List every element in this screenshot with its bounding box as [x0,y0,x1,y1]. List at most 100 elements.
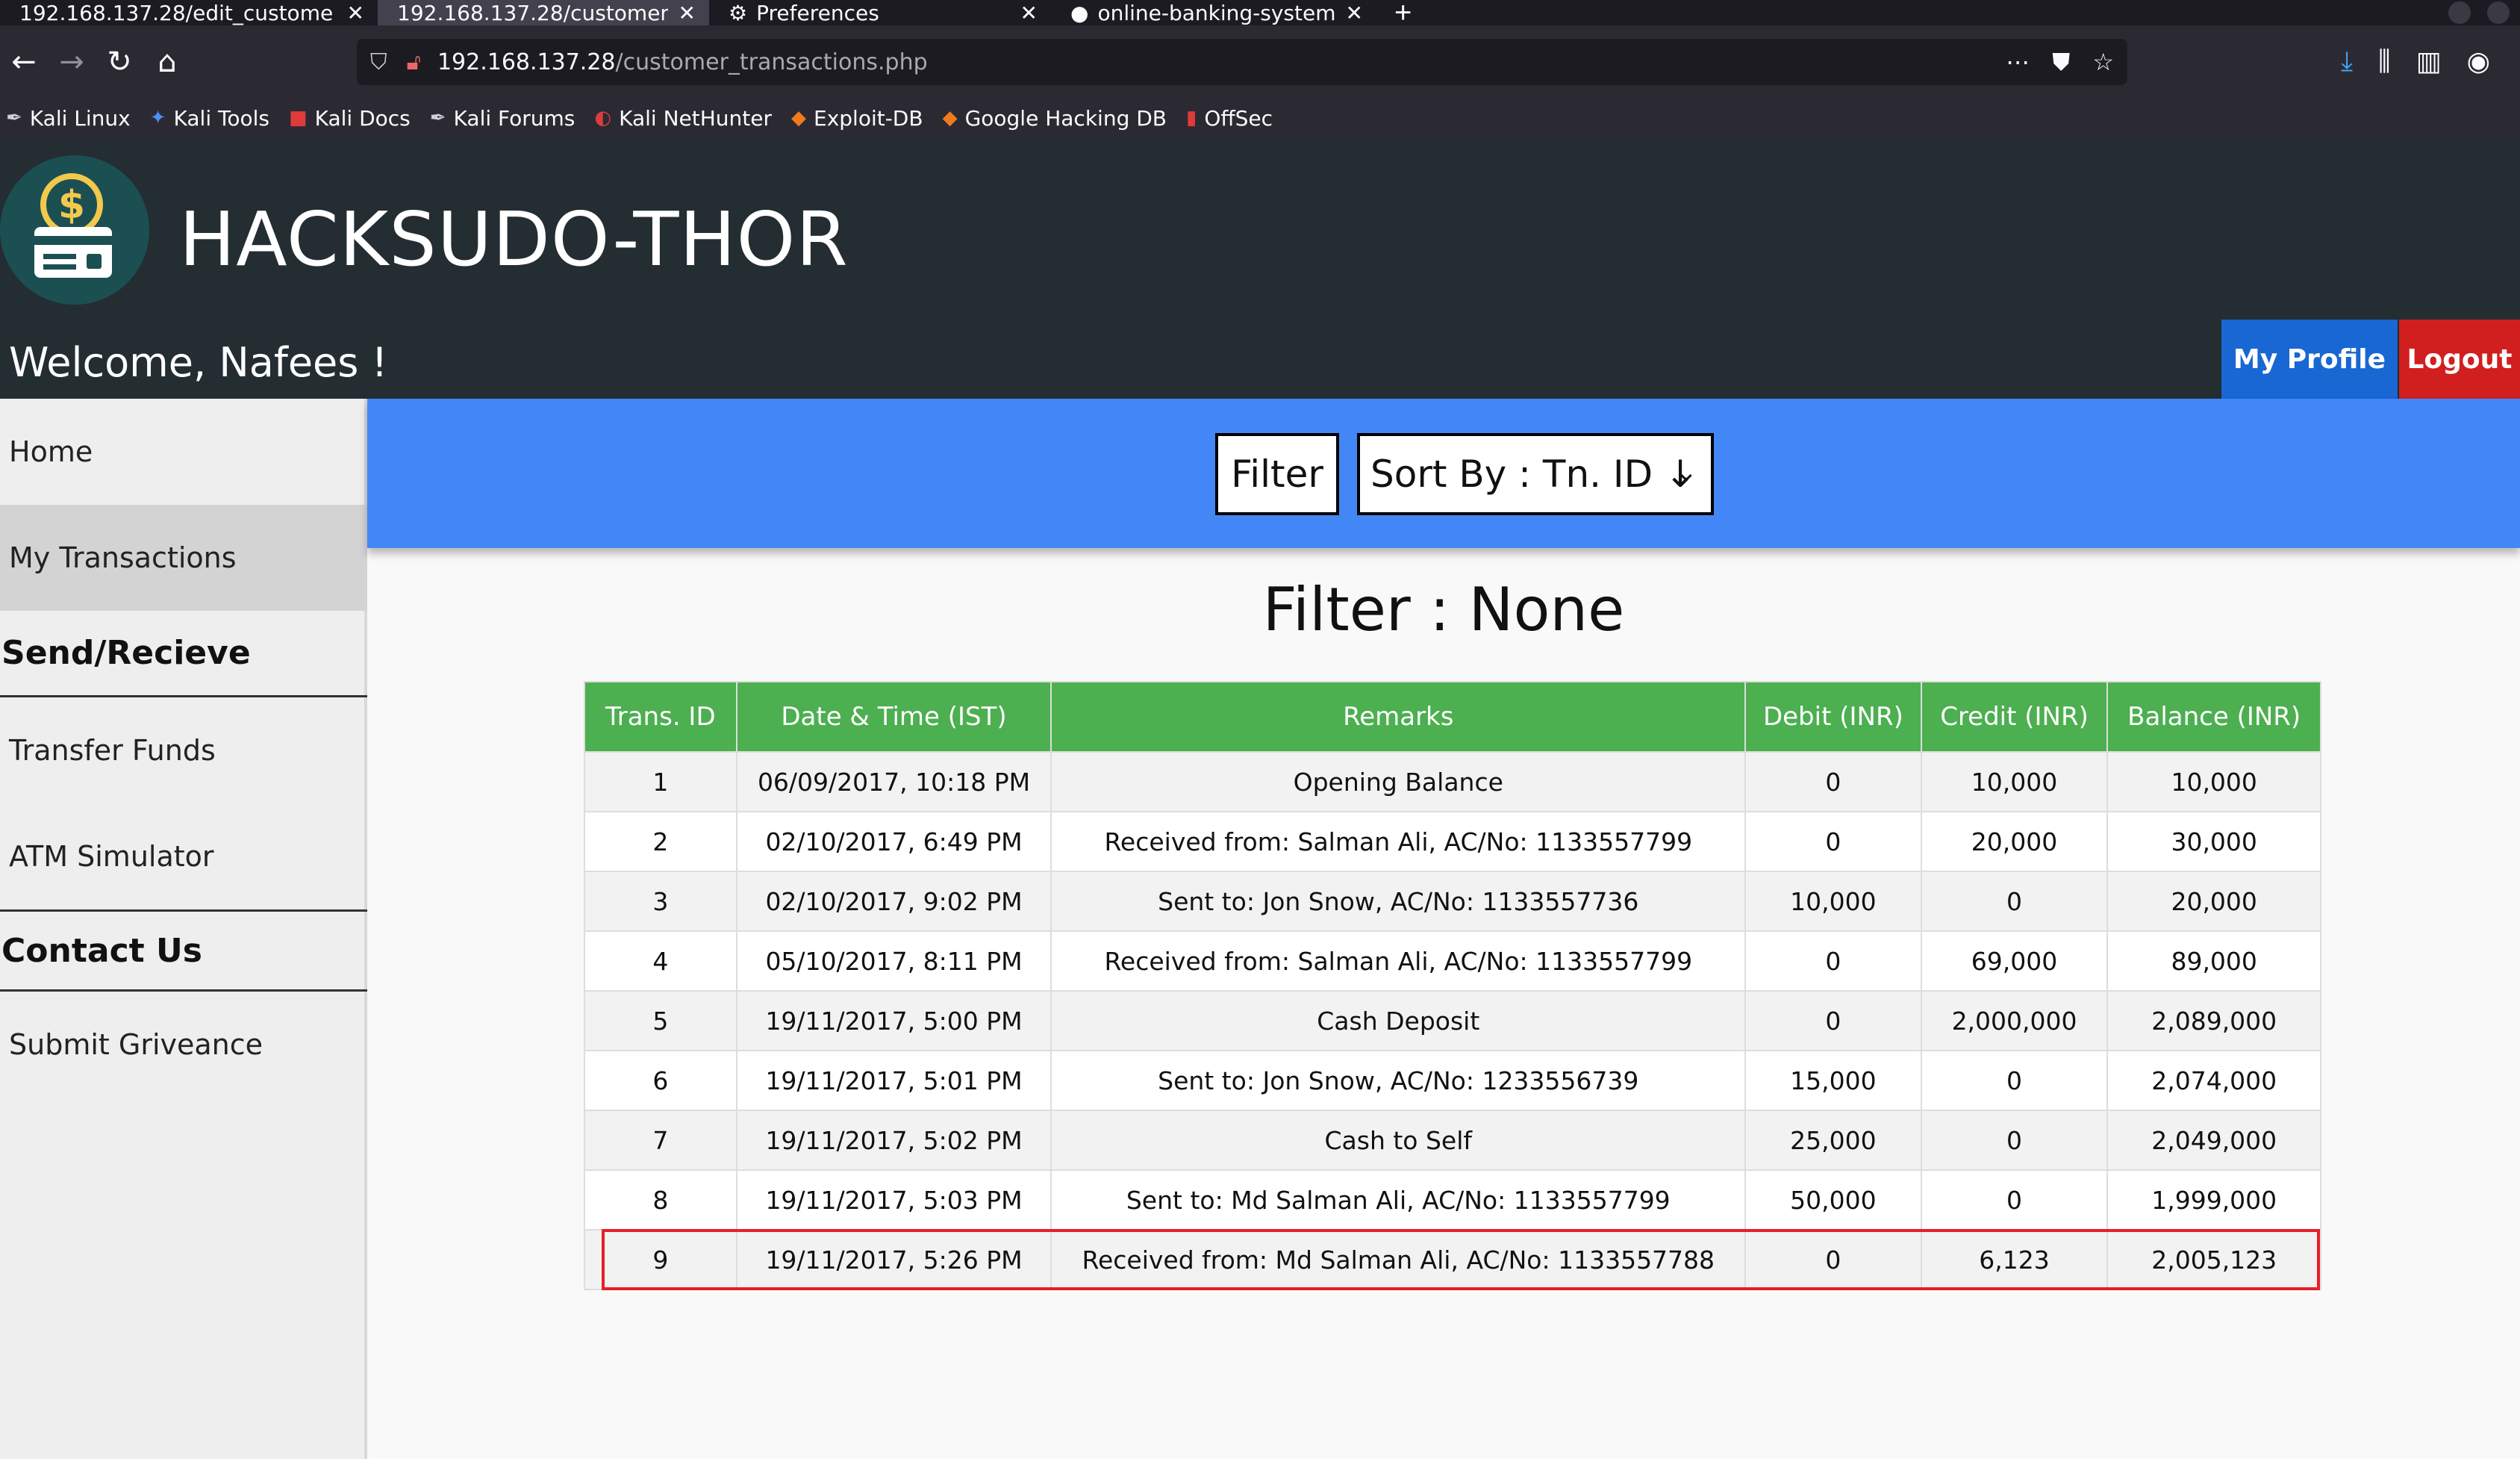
cell-debit: 10,000 [1744,871,1922,932]
cell-remarks: Sent to: Md Salman Ali, AC/No: 113355779… [1050,1169,1747,1231]
table-row: 9 19/11/2017, 5:26 PM Received from: Md Sa… [584,1229,2321,1290]
cell-balance: 1,999,000 [2106,1169,2321,1231]
bookmark-kali-nethunter[interactable]: ◐ Kali NetHunter [594,106,772,131]
more-actions-icon[interactable]: ⋯ [2006,48,2030,77]
table-row: 5 19/11/2017, 5:00 PM Cash Deposit 0 2,000,0… [584,990,2321,1051]
cell-balance: 2,089,000 [2106,990,2321,1051]
tab-edit-customer[interactable]: 192.168.137.28/edit_custome ✕ [0,0,378,25]
minimize-button[interactable] [2448,1,2471,24]
cell-debit: 15,000 [1744,1050,1922,1111]
cell-balance: 30,000 [2106,811,2321,872]
insecure-lock-icon[interactable]: 🔓︎ [407,49,421,75]
tab-github[interactable]: ● online-banking-system/m ✕ [1051,0,1376,25]
sort-by-select[interactable]: Sort By : Tn. ID ↓ ⌄ [1357,433,1714,515]
cell-balance: 89,000 [2106,930,2321,992]
table-row: 2 02/10/2017, 6:49 PM Received from: Salma… [584,811,2321,872]
browser-window: 192.168.137.28/edit_custome ✕ 192.168.13… [0,0,2520,1459]
cell-date-time: 19/11/2017, 5:02 PM [735,1110,1052,1171]
account-icon[interactable]: ◉ [2467,46,2490,78]
cell-remarks: Received from: Salman Ali, AC/No: 113355… [1050,811,1747,872]
close-icon[interactable]: ✕ [347,1,364,25]
sidebar-item-transfer-funds[interactable]: Transfer Funds [0,697,367,803]
bookmark-kali-docs[interactable]: ■ Kali Docs [289,106,411,131]
cell-remarks: Cash Deposit [1050,990,1747,1051]
bookmark-label: Exploit-DB [814,105,923,131]
close-icon[interactable]: ✕ [1346,1,1363,25]
library-icon[interactable]: ⫼ [2378,46,2391,78]
table-row: 7 19/11/2017, 5:02 PM Cash to Self 25,000 0 2… [584,1110,2321,1171]
table-row: 3 02/10/2017, 9:02 PM Sent to: Jon Snow, A… [584,871,2321,932]
bookmark-google-hacking-db[interactable]: ◆ Google Hacking DB [943,106,1167,131]
tab-preferences[interactable]: ⚙ Preferences ✕ [709,0,1051,25]
cell-credit: 0 [1920,1169,2109,1231]
url-actions: ⋯ ⛊ ☆ [2006,48,2114,77]
cell-trans-id: 4 [584,930,737,992]
bookmark-label: Google Hacking DB [964,105,1167,131]
my-profile-button[interactable]: My Profile [2221,320,2398,399]
cell-trans-id: 7 [584,1110,737,1171]
cell-date-time: 19/11/2017, 5:00 PM [735,990,1052,1051]
sidebar-heading-send-recieve: Send/Recieve [0,611,367,697]
gear-icon: ⚙ [729,0,748,25]
sidebar-toggle-icon[interactable]: ▥ [2416,46,2442,78]
cell-trans-id: 2 [584,811,737,872]
shield-icon[interactable]: ⛉ [370,49,387,75]
bookmark-exploit-db[interactable]: ◆ Exploit-DB [791,106,923,131]
cell-remarks: Received from: Md Salman Ali, AC/No: 113… [1050,1229,1747,1290]
close-window-button[interactable] [2487,1,2510,24]
bookmark-star-icon[interactable]: ☆ [2092,48,2114,77]
bookmark-kali-forums[interactable]: ✒ Kali Forums [430,106,576,131]
cell-date-time: 06/09/2017, 10:18 PM [735,751,1052,812]
bookmark-label: Kali Docs [314,105,411,131]
github-icon: ● [1070,0,1089,25]
sort-by-label: Sort By : Tn. ID ↓ [1370,452,1696,496]
sidebar: Home My Transactions Send/Recieve Transf… [0,399,367,1459]
close-icon[interactable]: ✕ [1020,1,1038,25]
cell-debit: 0 [1744,990,1922,1051]
sidebar-item-my-transactions[interactable]: My Transactions [0,505,367,611]
close-icon[interactable]: ✕ [679,1,696,25]
table-header-row: Trans. ID Date & Time (IST) Remarks Debi… [584,681,2321,753]
kali-tools-icon: ✦ [149,107,166,129]
sidebar-item-submit-grievance[interactable]: Submit Griveance [0,992,367,1098]
welcome-message: Welcome, Nafees ! [9,339,388,386]
cell-remarks: Sent to: Jon Snow, AC/No: 1133557736 [1050,871,1747,932]
home-icon[interactable]: ⌂ [143,45,191,79]
cell-credit: 69,000 [1920,930,2109,992]
cell-trans-id: 1 [584,751,737,812]
cell-date-time: 02/10/2017, 6:49 PM [735,811,1052,872]
reload-icon[interactable]: ↻ [96,45,143,79]
url-bar[interactable]: ⛉ 🔓︎ 192.168.137.28/customer_transaction… [357,39,2127,85]
cell-debit: 0 [1744,1229,1922,1290]
table-body: 1 06/09/2017, 10:18 PM Opening Balance 0 10,… [584,751,2321,1290]
download-icon[interactable]: ⤓ [2341,46,2353,78]
bookmark-label: Kali Linux [29,105,131,131]
col-credit: Credit (INR) [1920,681,2109,753]
sidebar-item-atm-simulator[interactable]: ATM Simulator [0,803,367,909]
tab-label: online-banking-system/m [1097,0,1335,25]
new-tab-button[interactable]: + [1376,0,1429,29]
logout-button[interactable]: Logout [2399,320,2520,399]
cell-debit: 0 [1744,751,1922,812]
bookmark-label: Kali NetHunter [619,105,772,131]
site-header: $ HACKSUDO-THOR Welcome, Nafees ! My Pro… [0,137,2520,399]
cell-credit: 0 [1920,1050,2109,1111]
pocket-icon[interactable]: ⛊ [2052,48,2070,77]
filter-button[interactable]: Filter [1215,433,1339,515]
cell-trans-id: 6 [584,1050,737,1111]
cell-balance: 20,000 [2106,871,2321,932]
bookmark-kali-linux[interactable]: ✒ Kali Linux [6,106,131,131]
sidebar-item-home[interactable]: Home [0,399,367,505]
cell-date-time: 05/10/2017, 8:11 PM [735,930,1052,992]
cell-remarks: Opening Balance [1050,751,1747,812]
tab-customer-transactions[interactable]: 192.168.137.28/customer_tra ✕ [378,0,709,25]
forward-arrow-icon[interactable]: → [48,45,96,79]
bookmark-kali-tools[interactable]: ✦ Kali Tools [150,106,269,131]
bookmark-offsec[interactable]: ▮ OffSec [1186,106,1273,131]
cell-balance: 2,074,000 [2106,1050,2321,1111]
cell-balance: 2,005,123 [2106,1229,2321,1290]
bookmark-label: OffSec [1204,105,1273,131]
back-arrow-icon[interactable]: ← [0,45,48,79]
cell-debit: 50,000 [1744,1169,1922,1231]
cell-debit: 0 [1744,930,1922,992]
